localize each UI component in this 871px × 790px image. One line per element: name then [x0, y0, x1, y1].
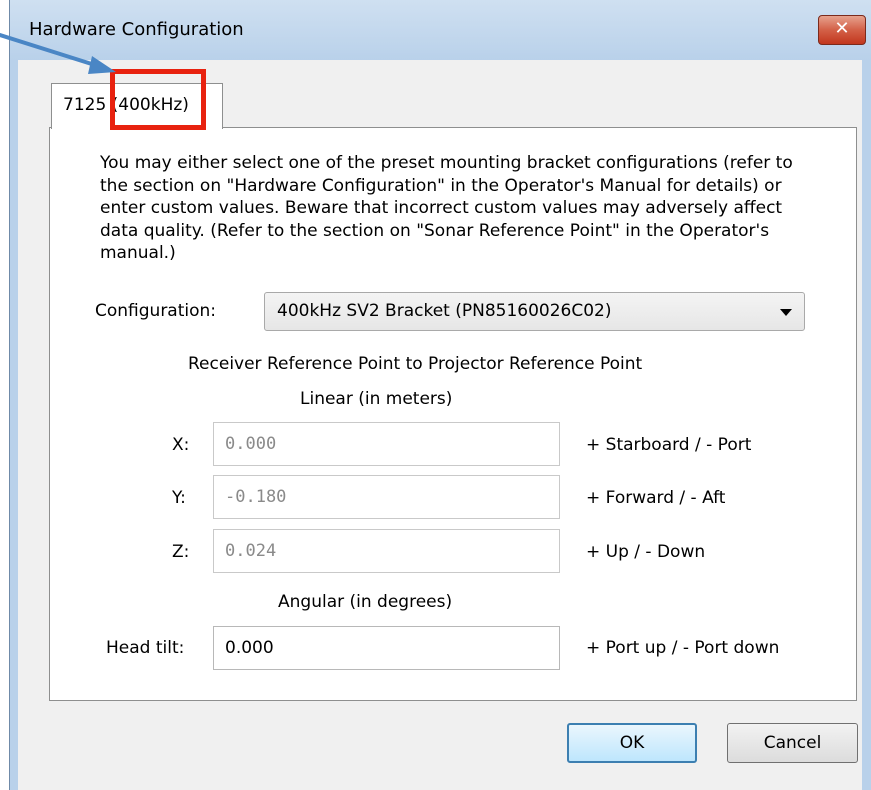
close-icon: ✕ [834, 18, 850, 39]
angular-heading: Angular (in degrees) [278, 592, 453, 612]
y-field[interactable] [213, 475, 560, 519]
z-field[interactable] [213, 529, 560, 573]
z-label: Z: [172, 542, 190, 562]
z-input[interactable] [214, 530, 559, 572]
y-input[interactable] [214, 476, 559, 518]
tab-panel: You may either select one of the preset … [49, 127, 857, 701]
y-hint: + Forward / - Aft [586, 488, 726, 508]
x-hint: + Starboard / - Port [586, 435, 752, 455]
section-title: Receiver Reference Point to Projector Re… [188, 354, 643, 374]
dialog-client-area: 7125 (400kHz) You may either select one … [18, 60, 862, 790]
head-tilt-label: Head tilt: [106, 638, 185, 658]
configuration-label: Configuration: [95, 301, 217, 321]
y-label: Y: [172, 488, 186, 508]
x-field[interactable] [213, 422, 560, 466]
cancel-button[interactable]: Cancel [727, 723, 858, 763]
x-label: X: [172, 435, 190, 455]
ok-button[interactable]: OK [567, 723, 697, 763]
annotation-arrow-icon [0, 33, 116, 74]
head-tilt-field[interactable] [213, 626, 560, 670]
close-button[interactable]: ✕ [818, 15, 866, 45]
z-hint: + Up / - Down [586, 542, 706, 562]
configuration-selected-value: 400kHz SV2 Bracket (PN85160026C02) [277, 301, 612, 321]
chevron-down-icon [780, 309, 792, 316]
configuration-dropdown[interactable]: 400kHz SV2 Bracket (PN85160026C02) [264, 292, 805, 331]
linear-heading: Linear (in meters) [300, 389, 453, 409]
x-input[interactable] [214, 423, 559, 465]
head-tilt-hint: + Port up / - Port down [586, 638, 780, 658]
head-tilt-input[interactable] [214, 627, 559, 669]
description-text: You may either select one of the preset … [100, 153, 793, 263]
